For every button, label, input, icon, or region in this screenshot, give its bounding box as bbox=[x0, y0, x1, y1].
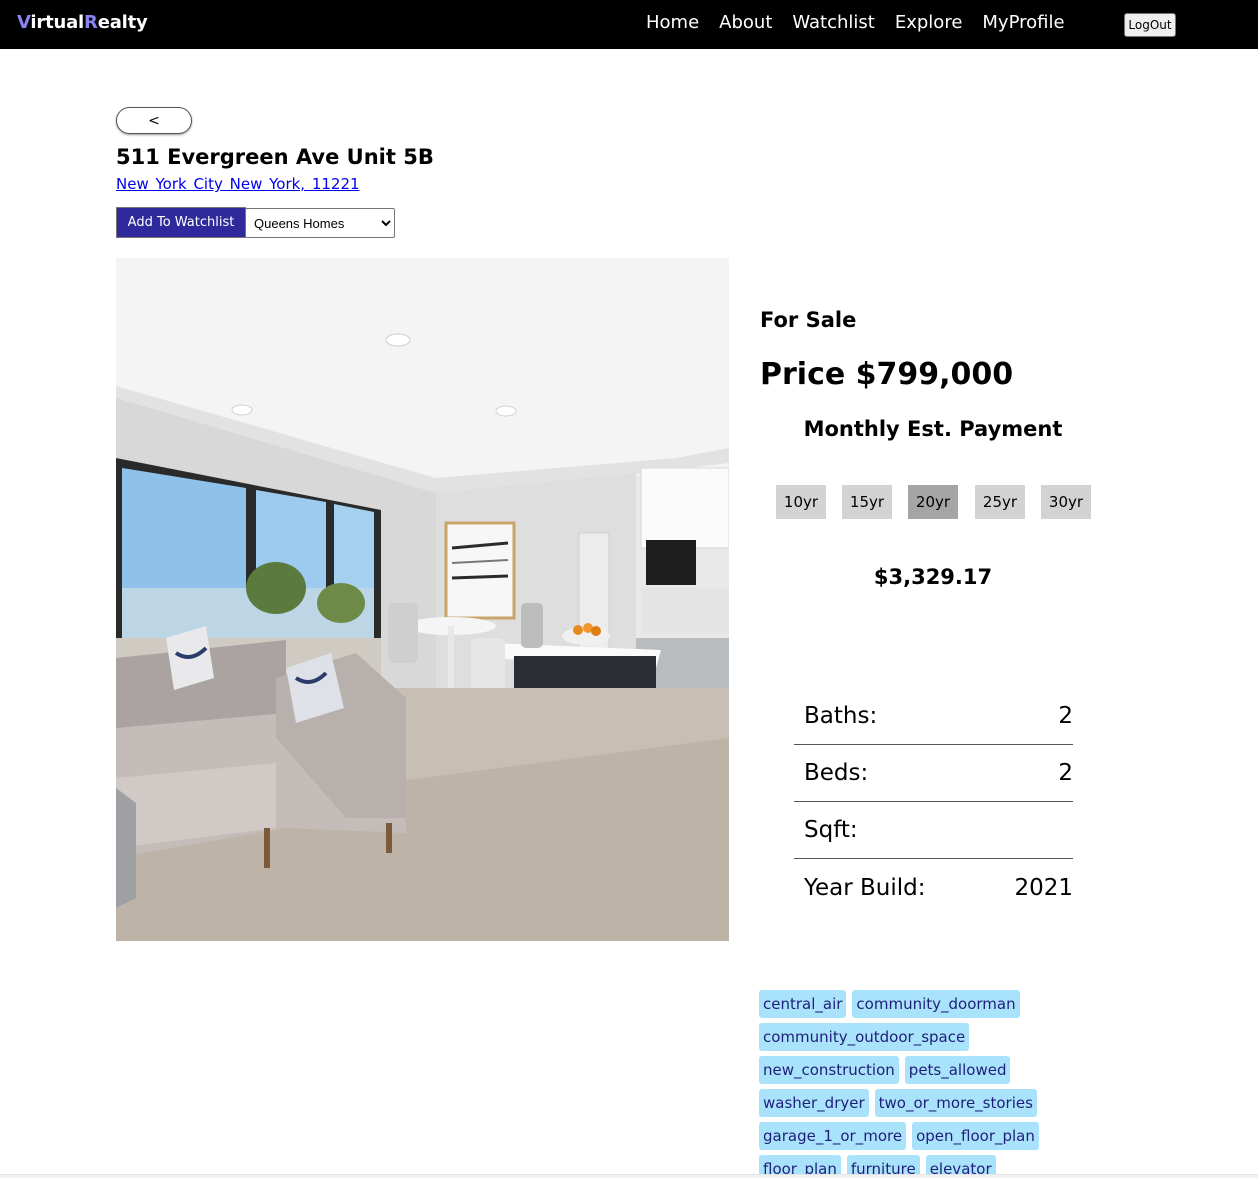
stat-row-sqft: Sqft: bbox=[794, 802, 1073, 859]
tag-furniture[interactable]: furniture bbox=[846, 1155, 920, 1176]
watchlist-select[interactable]: Queens Homes bbox=[245, 208, 395, 238]
monthly-payment-amount: $3,329.17 bbox=[873, 565, 993, 589]
year-build-value: 2021 bbox=[1014, 874, 1073, 901]
tag-new-construction[interactable]: new_construction bbox=[759, 1056, 899, 1084]
nav-myprofile-link[interactable]: MyProfile bbox=[982, 12, 1064, 33]
tag-pets-allowed[interactable]: pets_allowed bbox=[904, 1056, 1011, 1084]
brand-initial-v: V bbox=[17, 12, 31, 33]
sqft-label: Sqft: bbox=[804, 817, 858, 843]
nav-watchlist-link[interactable]: Watchlist bbox=[792, 12, 874, 33]
term-25yr-button[interactable]: 25yr bbox=[975, 485, 1025, 519]
tag-two-or-more-stories[interactable]: two_or_more_stories bbox=[874, 1089, 1037, 1117]
tag-line: new_construction pets_allowed bbox=[759, 1056, 1059, 1084]
term-20yr-button[interactable]: 20yr bbox=[908, 485, 958, 519]
beds-label: Beds: bbox=[804, 760, 869, 786]
stat-row-beds: Beds: 2 bbox=[794, 745, 1073, 802]
listing-address: 511 Evergreen Ave Unit 5B bbox=[116, 145, 434, 169]
tag-garage-1-or-more[interactable]: garage_1_or_more bbox=[759, 1122, 907, 1150]
monthly-payment-heading: Monthly Est. Payment bbox=[803, 417, 1063, 441]
brand-text-ealty: ealty bbox=[97, 12, 148, 33]
tag-community-doorman[interactable]: community_doorman bbox=[852, 990, 1020, 1018]
tag-central-air[interactable]: central_air bbox=[759, 990, 847, 1018]
nav-links: Home About Watchlist Explore MyProfile bbox=[646, 12, 1065, 33]
tag-line: community_outdoor_space bbox=[759, 1023, 1059, 1051]
tag-elevator[interactable]: elevator bbox=[925, 1155, 996, 1176]
property-stats: Baths: 2 Beds: 2 Sqft: Year Build: 2021 bbox=[794, 688, 1073, 916]
brand-text-irtual: irtual bbox=[30, 12, 85, 33]
baths-value: 2 bbox=[1058, 703, 1073, 729]
tag-community-outdoor-space[interactable]: community_outdoor_space bbox=[759, 1023, 970, 1051]
term-30yr-button[interactable]: 30yr bbox=[1041, 485, 1091, 519]
back-button[interactable]: < bbox=[116, 107, 192, 134]
tag-floor-plan[interactable]: floor_plan bbox=[759, 1155, 841, 1176]
listing-location-link[interactable]: New York City New York, 11221 bbox=[116, 175, 360, 193]
stat-row-year-build: Year Build: 2021 bbox=[794, 859, 1073, 916]
stat-row-baths: Baths: 2 bbox=[794, 688, 1073, 745]
year-build-label: Year Build: bbox=[804, 874, 926, 901]
tag-line: floor_plan furniture elevator bbox=[759, 1155, 1059, 1176]
nav-about-link[interactable]: About bbox=[719, 12, 772, 33]
page-bottom-edge bbox=[0, 1174, 1258, 1178]
add-to-watchlist-button[interactable]: Add To Watchlist bbox=[116, 207, 246, 238]
logout-button[interactable]: LogOut bbox=[1124, 13, 1176, 37]
brand-initial-r: R bbox=[84, 12, 98, 33]
tag-open-floor-plan[interactable]: open_floor_plan bbox=[912, 1122, 1039, 1150]
term-10yr-button[interactable]: 10yr bbox=[776, 485, 826, 519]
navbar: VirtualRealty Home About Watchlist Explo… bbox=[0, 0, 1258, 49]
brand-logo[interactable]: VirtualRealty bbox=[17, 12, 148, 33]
term-15yr-button[interactable]: 15yr bbox=[842, 485, 892, 519]
tag-line: washer_dryer two_or_more_stories bbox=[759, 1089, 1059, 1117]
tag-line: central_air community_doorman bbox=[759, 990, 1059, 1018]
listing-status: For Sale bbox=[760, 308, 857, 332]
baths-label: Baths: bbox=[804, 703, 878, 729]
nav-home-link[interactable]: Home bbox=[646, 12, 699, 33]
listing-price: Price $799,000 bbox=[760, 357, 1014, 392]
nav-explore-link[interactable]: Explore bbox=[895, 12, 963, 33]
listing-photo bbox=[116, 258, 729, 941]
feature-tags: central_air community_doorman community_… bbox=[759, 990, 1059, 1176]
beds-value: 2 bbox=[1058, 760, 1073, 786]
tag-line: garage_1_or_more open_floor_plan bbox=[759, 1122, 1059, 1150]
tag-washer-dryer[interactable]: washer_dryer bbox=[759, 1089, 869, 1117]
